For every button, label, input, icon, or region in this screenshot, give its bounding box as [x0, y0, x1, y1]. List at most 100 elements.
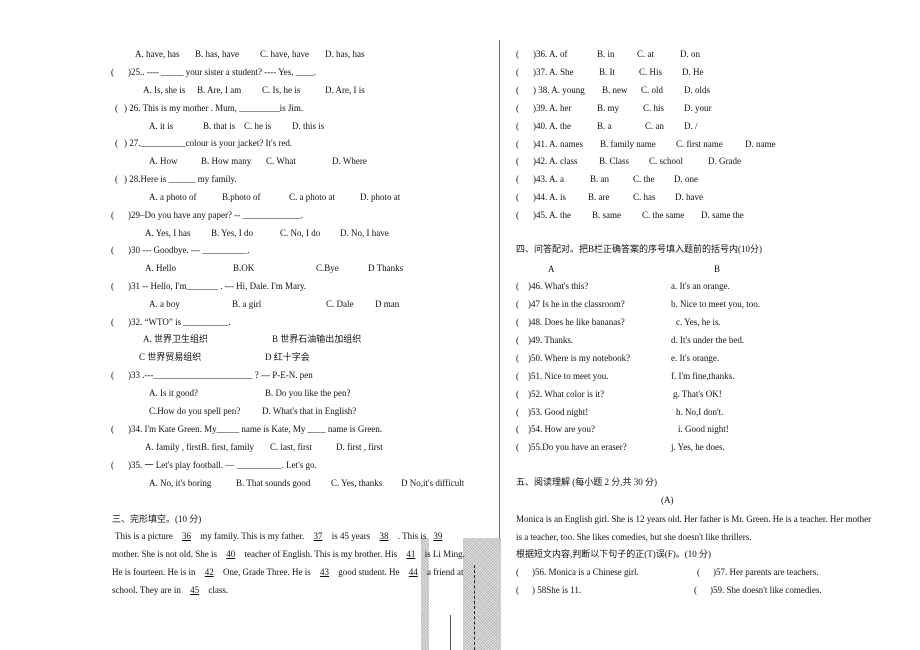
answer-bracket[interactable]: (: [516, 66, 519, 78]
answer-bracket[interactable]: (: [111, 280, 114, 292]
answer-bracket[interactable]: (: [111, 209, 114, 221]
option: C. school: [649, 156, 684, 166]
matching-question: )48. Does he like bananas?: [528, 317, 625, 327]
cloze-blank[interactable]: 40: [219, 549, 242, 559]
matching-question: )46. What's this?: [528, 281, 589, 291]
cloze-text: One, Grade Three. He is: [220, 567, 314, 577]
option: C.Bye: [316, 263, 339, 273]
answer-bracket[interactable]: (: [516, 280, 519, 292]
option: B. a girl: [232, 299, 262, 309]
cloze-blank[interactable]: 37: [307, 531, 330, 541]
cloze-text: is 45 years: [329, 531, 373, 541]
answer-bracket[interactable]: (: [516, 138, 519, 150]
cloze-blank[interactable]: 38: [373, 531, 396, 541]
answer-bracket[interactable]: (: [516, 566, 519, 578]
answer-bracket[interactable]: (: [694, 584, 697, 596]
answer-bracket[interactable]: (: [516, 316, 519, 328]
answer-bracket[interactable]: (: [516, 406, 519, 418]
answer-bracket[interactable]: (: [115, 102, 118, 114]
answer-bracket[interactable]: (: [516, 298, 519, 310]
answer-bracket[interactable]: (: [111, 423, 114, 435]
matching-answer: j. Yes, he does.: [671, 442, 725, 452]
answer-bracket[interactable]: (: [516, 48, 519, 60]
answer-bracket[interactable]: (: [111, 369, 114, 381]
cloze-blank[interactable]: 39: [426, 531, 449, 541]
answer-bracket[interactable]: (: [516, 441, 519, 453]
option: )40. A. the: [533, 121, 571, 131]
option: D. one: [674, 174, 698, 184]
option: A. No, it's boring: [149, 478, 212, 488]
answer-bracket[interactable]: (: [516, 191, 519, 203]
option: B. It: [599, 67, 616, 77]
matching-col-a-label: A: [548, 264, 555, 274]
option: D No,it's difficult: [401, 478, 465, 488]
cloze-text: my family. This is my father.: [198, 531, 307, 541]
answer-bracket[interactable]: (: [516, 388, 519, 400]
option: B. a: [597, 121, 612, 131]
answer-bracket[interactable]: (: [516, 102, 519, 114]
option: B. new: [602, 85, 628, 95]
option: D. Grade: [708, 156, 741, 166]
option: B. That sounds good: [236, 478, 311, 488]
tf-question: )57. Her parents are teachers.: [713, 567, 819, 577]
cloze-blank[interactable]: 45: [183, 585, 206, 595]
cloze-blank[interactable]: 41: [399, 549, 422, 559]
question-text: )31 -- Hello, I'm_______ . --- Hi, Dale.…: [128, 281, 307, 291]
answer-bracket[interactable]: (: [516, 352, 519, 364]
answer-bracket[interactable]: (: [697, 566, 700, 578]
cloze-line: school. They are in 45 class.: [112, 584, 228, 596]
matching-answer: d. It's under the bed.: [671, 335, 745, 345]
option: )36. A. of: [533, 49, 568, 59]
option: C. old: [641, 85, 664, 95]
reading-passage-line: is a teacher, too. She likes comedies, b…: [516, 532, 752, 542]
option: D. Are, I is: [325, 85, 365, 95]
option: A. a photo of: [149, 192, 197, 202]
option: )37. A. She: [533, 67, 574, 77]
option: B. an: [590, 174, 609, 184]
answer-bracket[interactable]: (: [111, 244, 114, 256]
answer-bracket[interactable]: (: [516, 370, 519, 382]
option: C. Dale: [326, 299, 354, 309]
matching-question: )51. Nice to meet you.: [528, 371, 609, 381]
answer-bracket[interactable]: (: [516, 584, 519, 596]
answer-bracket[interactable]: (: [111, 459, 114, 471]
cloze-blank[interactable]: 36: [175, 531, 198, 541]
answer-bracket[interactable]: (: [516, 423, 519, 435]
option: )42. A. class: [533, 156, 578, 166]
option: C. Yes, thanks: [331, 478, 383, 488]
option: A. family , first: [145, 442, 201, 452]
option: A. 世界卫生组织: [143, 334, 208, 344]
option: C 世界贸易组织: [139, 352, 202, 362]
cloze-text: class.: [206, 585, 229, 595]
answer-bracket[interactable]: (: [516, 120, 519, 132]
option: D. this is: [292, 121, 325, 131]
option: B. Are, I am: [197, 85, 242, 95]
option: D. photo at: [360, 192, 401, 202]
answer-bracket[interactable]: (: [115, 137, 118, 149]
option: C. the: [633, 174, 655, 184]
section-heading-cloze: 三、完形填空。(10 分): [112, 514, 202, 524]
matching-answer: a. It's an orange.: [671, 281, 730, 291]
option: )41. A. names: [533, 139, 583, 149]
section-heading-reading: 五、阅读理解 (每小题 2 分,共 30 分): [516, 477, 657, 487]
matching-question: )47 Is he in the classroom?: [528, 299, 625, 309]
answer-bracket[interactable]: (: [516, 334, 519, 346]
cloze-line: This is a picture 36 my family. This is …: [115, 530, 449, 542]
scan-shading: [463, 538, 501, 650]
answer-bracket[interactable]: (: [516, 209, 519, 221]
cloze-text: teacher of English. This is my brother. …: [242, 549, 400, 559]
answer-bracket[interactable]: (: [115, 173, 118, 185]
cloze-blank[interactable]: 42: [198, 567, 221, 577]
answer-bracket[interactable]: (: [111, 66, 114, 78]
cloze-blank[interactable]: 43: [313, 567, 336, 577]
option: B.photo of: [222, 192, 261, 202]
answer-bracket[interactable]: (: [111, 316, 114, 328]
cloze-blank[interactable]: 44: [402, 567, 425, 577]
answer-bracket[interactable]: (: [516, 155, 519, 167]
answer-bracket[interactable]: (: [516, 84, 519, 96]
option: B. in: [597, 49, 615, 59]
matching-question: )52. What color is it?: [528, 389, 605, 399]
answer-bracket[interactable]: (: [516, 173, 519, 185]
cloze-text: This is a picture: [115, 531, 175, 541]
option: C. last, first: [270, 442, 312, 452]
